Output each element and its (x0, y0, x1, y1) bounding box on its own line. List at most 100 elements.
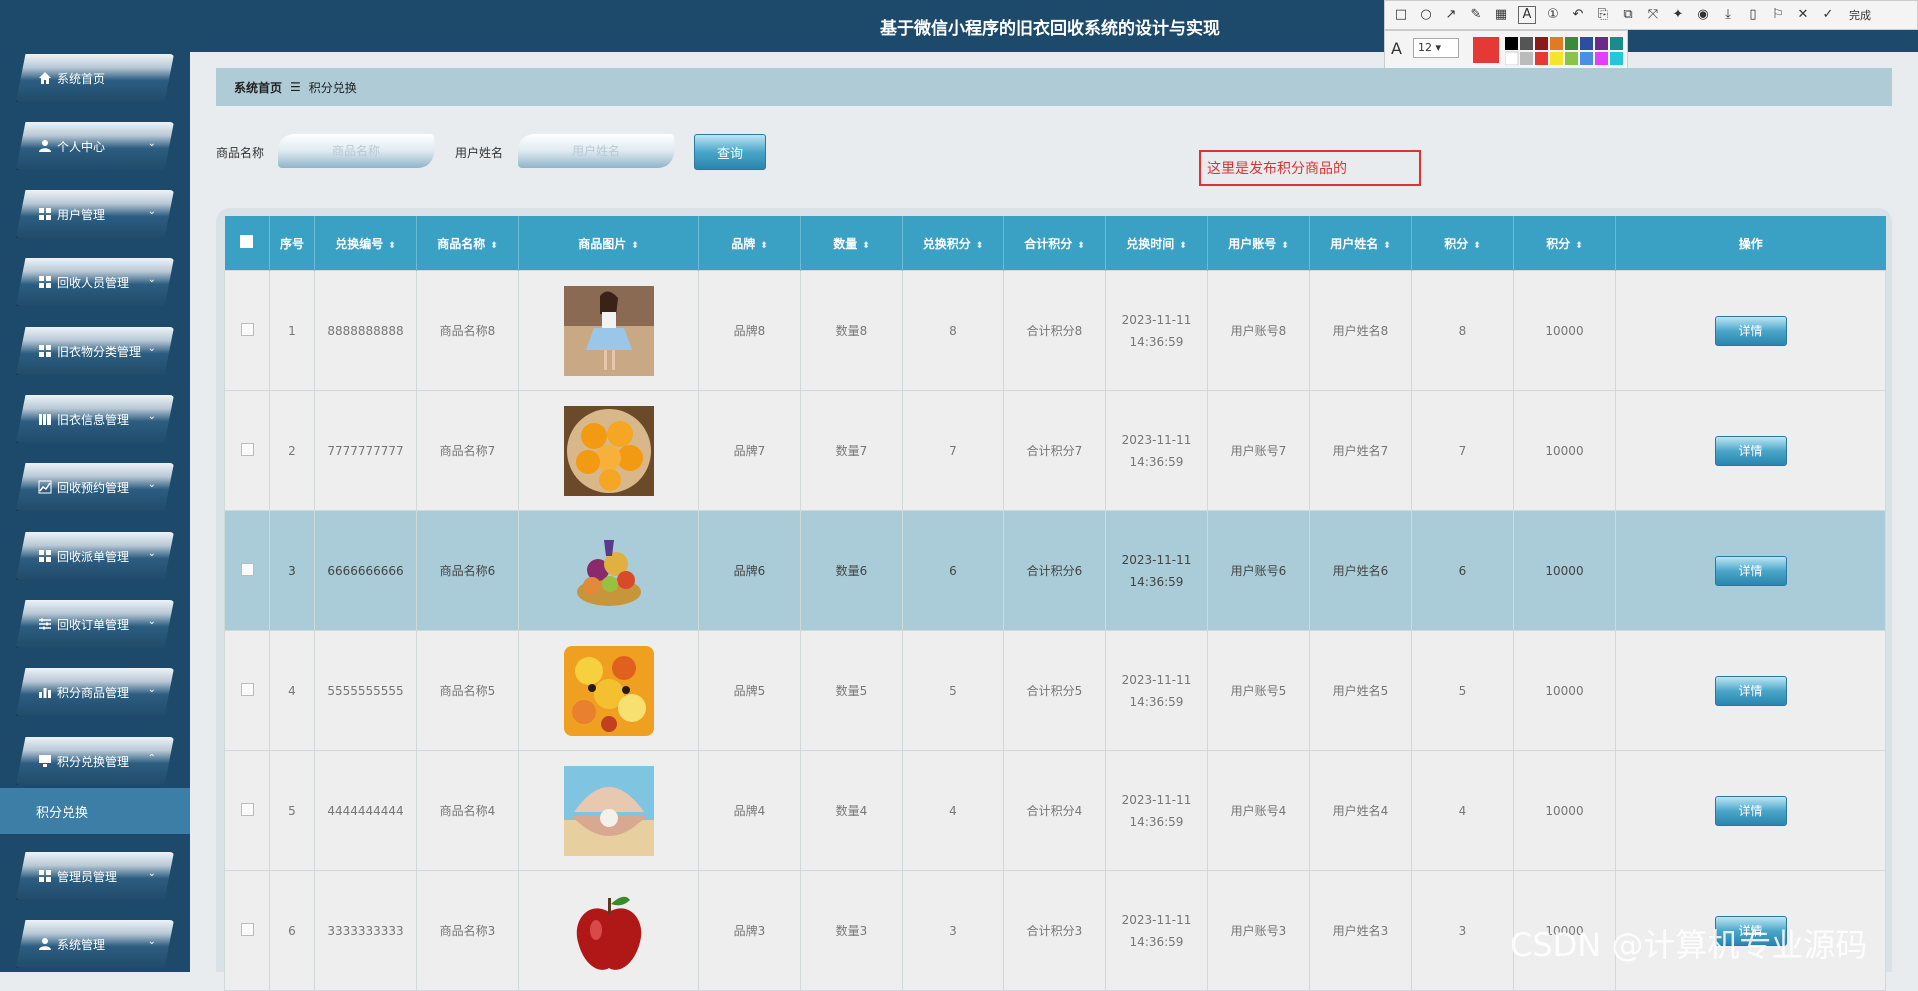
cell-total: 合计积分5 (1003, 630, 1106, 751)
scroll-capture-icon[interactable]: ⤧ (1645, 7, 1661, 23)
product-name-input[interactable] (278, 134, 434, 168)
product-image-dress[interactable] (563, 285, 654, 376)
row-checkbox-cell[interactable] (224, 510, 270, 631)
sort-icon[interactable]: ⬍ (862, 241, 870, 251)
column-header-sortable[interactable]: 兑换编号 ⬍ (314, 216, 417, 271)
text-tool-icon[interactable]: A (1518, 6, 1536, 24)
nav-item-points-exchange-management[interactable]: 积分兑换管理 ⌃ (16, 737, 174, 785)
sort-icon[interactable]: ⬍ (1281, 241, 1289, 251)
cell-no: 4 (269, 630, 315, 751)
row-checkbox[interactable] (240, 322, 254, 336)
bookmark-icon[interactable]: ⚐ (1770, 7, 1786, 23)
nav-item-admin-management[interactable]: 管理员管理 ⌄ (16, 852, 174, 900)
sort-icon[interactable]: ⬍ (1473, 241, 1481, 251)
detail-button[interactable]: 详情 (1714, 795, 1787, 826)
column-header-sortable[interactable]: 商品名称 ⬍ (416, 216, 519, 271)
nav-item-user-management[interactable]: 用户管理 ⌄ (16, 190, 174, 238)
nav-item-appointment-management[interactable]: 回收预约管理 ⌄ (16, 463, 174, 511)
column-header-sortable[interactable]: 兑换时间 ⬍ (1105, 216, 1208, 271)
sort-icon[interactable]: ⬍ (1179, 241, 1187, 251)
done-button[interactable]: 完成 (1849, 7, 1871, 23)
nav-item-category-management[interactable]: 旧衣物分类管理 ⌄ (16, 327, 174, 375)
nav-item-home[interactable]: 系统首页 (16, 54, 174, 102)
row-checkbox[interactable] (240, 562, 254, 576)
select-all-header[interactable] (224, 216, 270, 271)
search-button[interactable]: 查询 (694, 134, 766, 170)
phone-icon[interactable]: ▯ (1745, 7, 1761, 23)
nav-item-points-product-management[interactable]: 积分商品管理 ⌄ (16, 668, 174, 716)
row-checkbox-cell[interactable] (224, 870, 270, 991)
ellipse-tool-icon[interactable]: ○ (1418, 7, 1434, 23)
sort-icon[interactable]: ⬍ (388, 241, 396, 251)
row-checkbox[interactable] (240, 922, 254, 936)
table-row[interactable]: 2 7777777777 商品名称7 品牌7 数量7 7 合计积分7 2023-… (224, 390, 1886, 511)
mosaic-tool-icon[interactable]: ▦ (1493, 7, 1509, 23)
table-row[interactable]: 4 5555555555 商品名称5 品牌5 数量5 5 合计积分5 2023-… (224, 630, 1886, 751)
detail-button[interactable]: 详情 (1714, 675, 1787, 706)
detail-button[interactable]: 详情 (1714, 315, 1787, 346)
sort-icon[interactable]: ⬍ (1077, 241, 1085, 251)
product-image-fruit-basket[interactable] (563, 525, 654, 616)
color-palette[interactable] (1504, 37, 1625, 66)
column-header-sortable[interactable]: 用户姓名 ⬍ (1309, 216, 1412, 271)
column-header-sortable[interactable]: 用户账号 ⬍ (1207, 216, 1310, 271)
row-checkbox-cell[interactable] (224, 750, 270, 871)
close-icon[interactable]: ✕ (1795, 7, 1811, 23)
product-image-pearl-shell[interactable] (563, 765, 654, 856)
row-checkbox-cell[interactable] (224, 270, 270, 391)
sort-icon[interactable]: ⬍ (760, 241, 768, 251)
pen-tool-icon[interactable]: ✎ (1468, 7, 1484, 23)
product-image-apple[interactable] (563, 885, 654, 976)
detail-button[interactable]: 详情 (1714, 555, 1787, 586)
undo-icon[interactable]: ↶ (1570, 7, 1586, 23)
column-header-sortable[interactable]: 合计积分 ⬍ (1003, 216, 1106, 271)
select-all-checkbox[interactable] (240, 235, 254, 248)
product-image-fruit-platter[interactable] (563, 645, 654, 736)
ocr-icon[interactable]: ⎘ (1595, 7, 1611, 23)
pin-icon[interactable]: ✦ (1670, 7, 1686, 23)
row-checkbox[interactable] (240, 682, 254, 696)
translate-icon[interactable]: ⧉ (1620, 7, 1636, 23)
sort-icon[interactable]: ⬍ (976, 241, 984, 251)
row-checkbox-cell[interactable] (224, 630, 270, 751)
cell-uname: 用户姓名5 (1309, 630, 1412, 751)
column-header-sortable[interactable]: 积分 ⬍ (1411, 216, 1514, 271)
nav-subitem-points-exchange[interactable]: 积分兑换 (0, 788, 190, 834)
nav-item-clothes-info-management[interactable]: 旧衣信息管理 ⌄ (16, 395, 174, 443)
chevron-down-icon: ⌄ (147, 548, 156, 559)
user-name-input[interactable] (518, 134, 674, 168)
product-image-oranges[interactable] (563, 405, 654, 496)
sort-icon[interactable]: ⬍ (631, 241, 639, 251)
font-size-select[interactable]: 12 ▾ (1413, 38, 1459, 58)
table-row[interactable]: 1 8888888888 商品名称8 品牌8 数量8 8 合计积分8 2023-… (224, 270, 1886, 391)
record-icon[interactable]: ◉ (1695, 7, 1711, 23)
column-header-sortable[interactable]: 品牌 ⬍ (698, 216, 801, 271)
column-header-sortable[interactable]: 兑换积分 ⬍ (902, 216, 1004, 271)
table-row-selected[interactable]: 3 6666666666 商品名称6 品牌6 数量6 6 合计积分6 2023-… (224, 510, 1886, 631)
column-header-sortable[interactable]: 积分 ⬍ (1513, 216, 1616, 271)
current-color-swatch[interactable] (1473, 37, 1499, 63)
arrow-tool-icon[interactable]: ↗ (1443, 7, 1459, 23)
detail-button[interactable]: 详情 (1714, 435, 1787, 466)
sort-icon[interactable]: ⬍ (1383, 241, 1391, 251)
table-row[interactable]: 5 4444444444 商品名称4 品牌4 数量4 4 合计积分4 2023-… (224, 750, 1886, 871)
breadcrumb-home[interactable]: 系统首页 (234, 79, 282, 96)
download-icon[interactable]: ⤓ (1720, 7, 1736, 23)
check-icon[interactable]: ✓ (1820, 7, 1836, 23)
nav-item-system-management[interactable]: 系统管理 ⌄ (16, 920, 174, 968)
nav-item-recycler-management[interactable]: 回收人员管理 ⌄ (16, 258, 174, 306)
column-header-sortable[interactable]: 商品图片 ⬍ (518, 216, 699, 271)
row-checkbox-cell[interactable] (224, 390, 270, 511)
number-tool-icon[interactable]: ① (1545, 7, 1561, 23)
row-checkbox[interactable] (240, 802, 254, 816)
nav-item-personal-center[interactable]: 个人中心 ⌄ (16, 122, 174, 170)
sort-icon[interactable]: ⬍ (490, 241, 498, 251)
cell-action: 详情 (1615, 750, 1886, 871)
row-checkbox[interactable] (240, 442, 254, 456)
rectangle-tool-icon[interactable]: □ (1393, 7, 1409, 23)
annotation-text-box[interactable]: 这里是发布积分商品的 (1199, 150, 1421, 186)
sort-icon[interactable]: ⬍ (1575, 241, 1583, 251)
column-header-sortable[interactable]: 数量 ⬍ (800, 216, 903, 271)
nav-item-dispatch-management[interactable]: 回收派单管理 ⌄ (16, 532, 174, 580)
nav-item-order-management[interactable]: 回收订单管理 ⌄ (16, 600, 174, 648)
